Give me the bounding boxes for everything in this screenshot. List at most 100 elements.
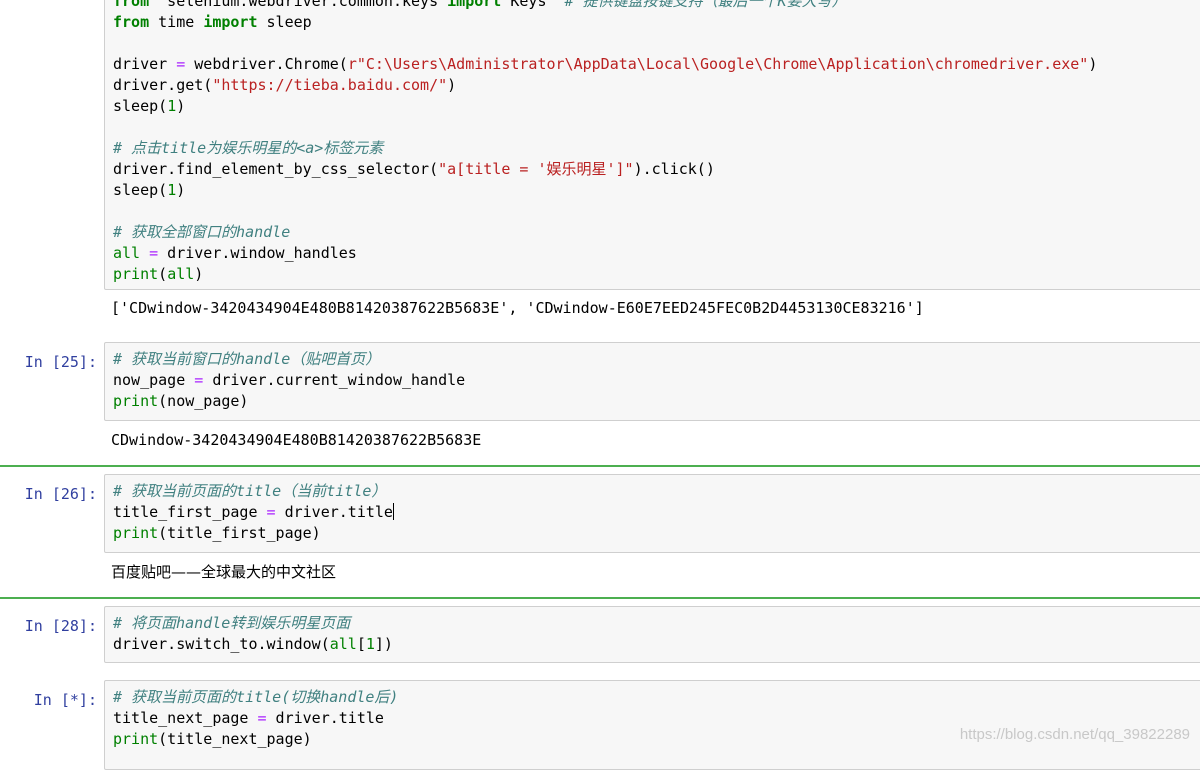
code-token: driver.find_element_by_css_selector( xyxy=(113,160,439,178)
input-prompt: In [*]: xyxy=(33,691,97,709)
code-token: print xyxy=(113,392,159,410)
code-token: sleep( xyxy=(113,97,168,115)
code-token: driver.switch_to.window( xyxy=(113,635,330,653)
watermark: https://blog.csdn.net/qq_39822289 xyxy=(959,726,1190,743)
code-token: ]) xyxy=(374,635,393,653)
code-line: # 将页面handle转到娱乐明星页面 xyxy=(113,613,1200,634)
code-token: # 获取当前页面的title(切换handle后) xyxy=(113,688,399,706)
code-token: = xyxy=(266,503,276,521)
code-line: from time import sleep xyxy=(113,12,1200,33)
code-lines: # 将页面handle转到娱乐明星页面 driver.switch_to.wind… xyxy=(105,607,1200,655)
code-token: driver.window_handles xyxy=(158,244,357,262)
code-line: print(now_page) xyxy=(113,391,1200,412)
code-token: title_next_page xyxy=(113,709,258,727)
code-token: "https://tieba.baidu.com/" xyxy=(212,76,448,94)
code-token: driver.current_window_handle xyxy=(203,371,466,389)
code-token: = xyxy=(176,55,186,73)
cell-output-26: 百度贴吧——全球最大的中文社区 xyxy=(111,563,337,581)
code-token: ) xyxy=(176,181,186,199)
code-token: sleep( xyxy=(113,181,168,199)
cell-output-0: ['CDwindow-3420434904E480B81420387622B56… xyxy=(111,299,924,317)
code-token: = xyxy=(257,709,267,727)
code-line: print(all) xyxy=(113,264,1200,285)
code-token: driver xyxy=(113,55,177,73)
code-line: # 获取当前页面的title（当前title） xyxy=(113,481,1200,502)
code-token: time xyxy=(149,13,204,31)
code-line: sleep(1) xyxy=(113,96,1200,117)
code-token: ) xyxy=(194,265,204,283)
code-line: now_page = driver.current_window_handle xyxy=(113,370,1200,391)
code-token: print xyxy=(113,265,159,283)
code-token: driver.title xyxy=(266,709,384,727)
code-line: # 获取全部窗口的handle xyxy=(113,222,1200,243)
cell-output-25: CDwindow-3420434904E480B81420387622B5683… xyxy=(111,431,482,449)
code-token: r"C:\Users\Administrator\AppData\Local\G… xyxy=(347,55,1089,73)
code-token: # 获取当前页面的title（当前title） xyxy=(113,482,387,500)
input-prompt: In [26]: xyxy=(24,485,97,503)
code-line: # 获取当前页面的title(切换handle后) xyxy=(113,687,1200,708)
code-token: all xyxy=(113,244,141,262)
code-token: "a[title = '娱乐明星']" xyxy=(438,160,634,178)
code-token: print xyxy=(113,524,159,542)
code-token: [ xyxy=(356,635,366,653)
code-line: driver.switch_to.window(all[1]) xyxy=(113,634,1200,655)
code-line: title_first_page = driver.title xyxy=(113,502,1200,523)
code-token: 1 xyxy=(167,97,177,115)
code-line: # 获取当前窗口的handle（贴吧首页） xyxy=(113,349,1200,370)
code-token: from xyxy=(113,0,150,10)
code-token: ) xyxy=(1088,55,1098,73)
code-token: now_page xyxy=(113,371,195,389)
code-token: = xyxy=(194,371,204,389)
code-token: from xyxy=(113,13,150,31)
code-token: webdriver.Chrome( xyxy=(185,55,348,73)
code-token: ).click() xyxy=(633,160,715,178)
code-line: all = driver.window_handles xyxy=(113,243,1200,264)
code-token: import xyxy=(447,0,502,10)
code-line: driver.find_element_by_css_selector("a[t… xyxy=(113,159,1200,180)
code-token: driver.title xyxy=(275,503,393,521)
code-line: sleep(1) xyxy=(113,180,1200,201)
code-token: (title_first_page) xyxy=(158,524,321,542)
code-lines: from selenium.webdriver.common.keys impo… xyxy=(105,0,1200,285)
code-token: all xyxy=(167,265,195,283)
cell-divider xyxy=(0,465,1200,467)
text-cursor xyxy=(392,503,394,520)
code-input-running[interactable]: # 获取当前页面的title(切换handle后) title_next_page… xyxy=(104,680,1200,770)
code-token: selenium.webdriver.common.keys xyxy=(149,0,448,10)
code-lines: # 获取当前页面的title（当前title） title_first_page … xyxy=(105,475,1200,544)
cell-divider xyxy=(0,597,1200,599)
code-line: from selenium.webdriver.common.keys impo… xyxy=(113,0,1200,12)
code-token: import xyxy=(203,13,258,31)
code-token: # 获取全部窗口的handle xyxy=(113,223,291,241)
code-token: sleep xyxy=(257,13,312,31)
code-token: print xyxy=(113,730,159,748)
code-token: # 点击title为娱乐明星的<a>标签元素 xyxy=(113,139,384,157)
code-token: driver.get( xyxy=(113,76,213,94)
code-token: = xyxy=(149,244,159,262)
code-token: # 将页面handle转到娱乐明星页面 xyxy=(113,614,351,632)
code-token: title_first_page xyxy=(113,503,267,521)
code-token: # 提供键盘按键支持（最后一个K要大写） xyxy=(564,0,847,10)
code-token: ) xyxy=(447,76,457,94)
code-token: ) xyxy=(176,97,186,115)
code-line: print(title_first_page) xyxy=(113,523,1200,544)
code-input-0[interactable]: from selenium.webdriver.common.keys impo… xyxy=(104,0,1200,290)
code-input-25[interactable]: # 获取当前窗口的handle（贴吧首页） now_page = driver.c… xyxy=(104,342,1200,421)
code-input-26[interactable]: # 获取当前页面的title（当前title） title_first_page … xyxy=(104,474,1200,553)
code-token: (title_next_page) xyxy=(158,730,312,748)
code-token: (now_page) xyxy=(158,392,249,410)
code-token: # 获取当前窗口的handle（贴吧首页） xyxy=(113,350,381,368)
code-token: all xyxy=(329,635,357,653)
code-line: driver = webdriver.Chrome(r"C:\Users\Adm… xyxy=(113,54,1200,75)
code-token: 1 xyxy=(167,181,177,199)
code-line: # 点击title为娱乐明星的<a>标签元素 xyxy=(113,138,1200,159)
code-input-28[interactable]: # 将页面handle转到娱乐明星页面 driver.switch_to.wind… xyxy=(104,606,1200,663)
code-line: driver.get("https://tieba.baidu.com/") xyxy=(113,75,1200,96)
input-prompt: In [28]: xyxy=(24,617,97,635)
code-token: 1 xyxy=(365,635,375,653)
input-prompt: In [25]: xyxy=(24,353,97,371)
